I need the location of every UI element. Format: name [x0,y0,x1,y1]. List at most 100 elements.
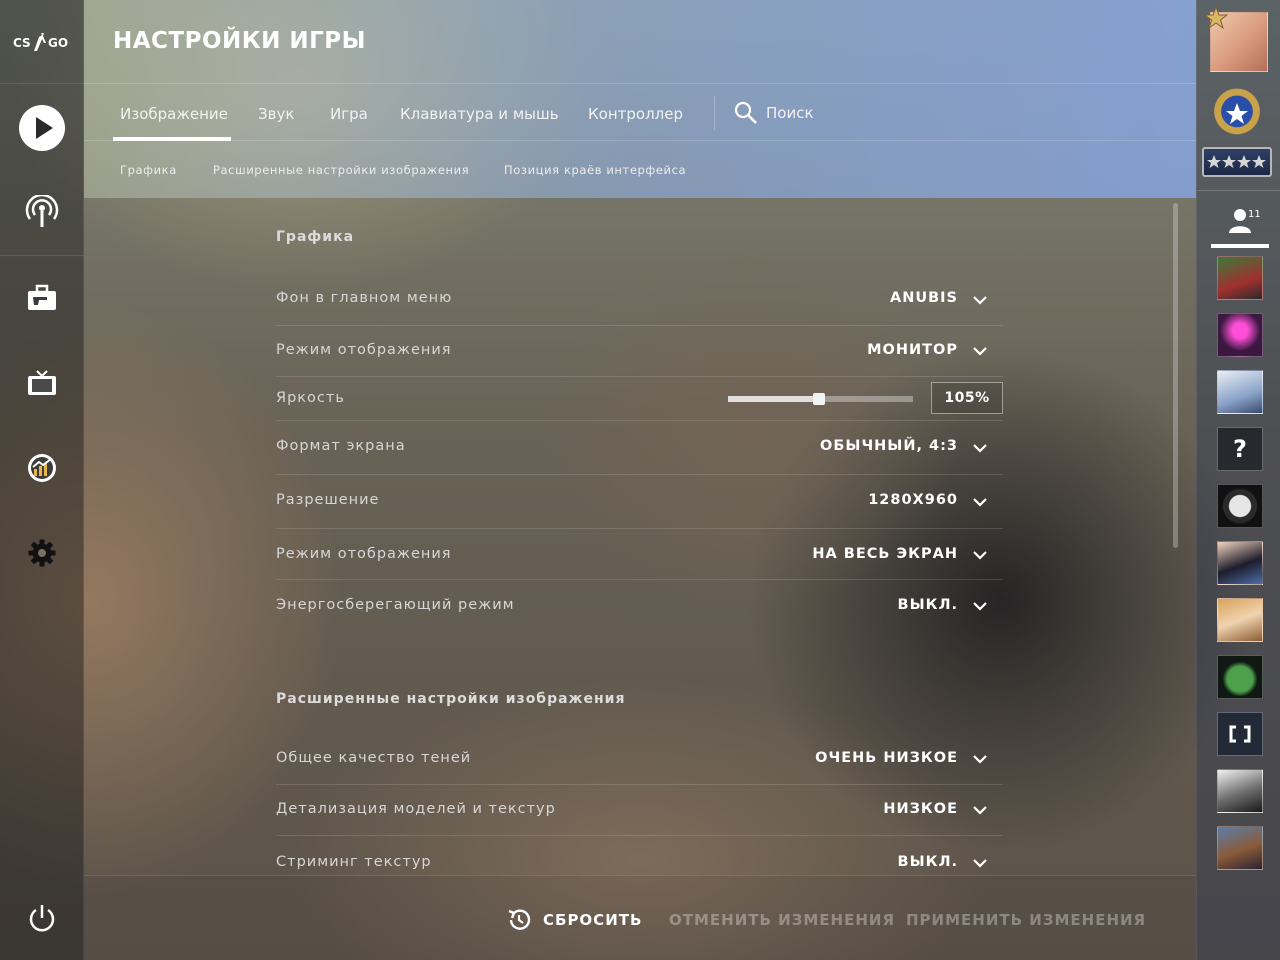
setting-value: ANUBIS [889,290,958,306]
apply-changes-button[interactable]: ПРИМЕНИТЬ ИЗМЕНЕНИЯ [906,876,1146,960]
setting-label: Общее качество теней [276,750,472,766]
friend-avatar[interactable] [1217,541,1263,585]
friends-list-toggle[interactable]: 11 [1211,200,1269,248]
left-sidebar: CS GO [0,0,84,960]
friend-avatar[interactable] [1217,484,1263,528]
setting-label: Яркость [276,390,345,406]
cancel-changes-button[interactable]: ОТМЕНИТЬ ИЗМЕНЕНИЯ [669,876,895,960]
setting-row-power-saving[interactable]: Энергосберегающий режим ВЫКЛ. [276,580,1003,632]
scrollbar[interactable] [1173,203,1178,548]
section-title-advanced: Расширенные настройки изображения [276,691,626,707]
friends-divider [1197,190,1280,191]
friend-avatar[interactable] [1217,712,1263,756]
csgo-logo-icon: CS GO [13,32,68,51]
tab-game[interactable]: Игра [330,85,368,141]
setting-value: НИЗКОЕ [883,801,958,817]
bracket-logo-icon [1229,725,1251,743]
header: НАСТРОЙКИ ИГРЫ [84,0,1196,84]
setting-value: ВЫКЛ. [897,597,958,613]
tab-bar: Изображение Звук Игра Клавиатура и мышь … [84,85,1196,141]
chevron-down-icon [973,755,987,764]
settings-button[interactable] [0,511,84,595]
setting-row-aspect-ratio[interactable]: Формат экрана ОБЫЧНЫЙ, 4:3 [276,421,1003,475]
svg-text:GO: GO [48,36,68,50]
setting-label: Фон в главном меню [276,290,453,306]
rank-star-icon [1226,103,1248,124]
friend-avatar[interactable] [1217,769,1263,813]
watch-button[interactable] [0,341,84,425]
play-button[interactable] [0,86,84,170]
setting-row-brightness: Яркость 105% [276,377,1003,421]
setting-label: Детализация моделей и текстур [276,801,556,817]
search-label: Поиск [766,104,814,122]
subtab-hud-edge-position[interactable]: Позиция краёв интерфейса [504,142,686,198]
setting-value: ОЧЕНЬ НИЗКОЕ [815,750,958,766]
stats-button[interactable] [0,426,84,510]
chevron-down-icon [973,296,987,305]
search-icon [734,101,757,124]
brightness-input[interactable]: 105% [931,382,1003,414]
tab-keyboard-mouse[interactable]: Клавиатура и мышь [400,85,559,141]
search-button[interactable]: Поиск [734,85,814,141]
setting-row-display-mode[interactable]: Режим отображения МОНИТОР [276,326,1003,377]
play-icon [19,105,65,151]
friend-avatar[interactable] [1217,370,1263,414]
setting-row-texture-streaming[interactable]: Стриминг текстур ВЫКЛ. [276,836,1003,875]
setting-row-shadow-quality[interactable]: Общее качество теней ОЧЕНЬ НИЗКОЕ [276,734,1003,785]
setting-value: НА ВЕСЬ ЭКРАН [812,546,958,562]
subtab-graphics[interactable]: Графика [120,142,177,198]
reset-button[interactable]: СБРОСИТЬ [506,876,642,960]
friend-avatar-unknown[interactable]: ? [1217,427,1263,471]
setting-label: Разрешение [276,492,380,508]
friends-sidebar: 11 ? [1196,0,1280,960]
setting-value: МОНИТОР [867,342,958,358]
page-title: НАСТРОЙКИ ИГРЫ [113,28,366,54]
star-medal-icon [1203,5,1229,30]
watch-tv-icon [28,370,56,395]
settings-panel: Графика Фон в главном меню ANUBIS Режим … [84,198,1196,875]
reset-label: СБРОСИТЬ [543,911,643,929]
svg-text:CS: CS [13,36,31,50]
skill-stars-icon [1207,155,1266,168]
tab-divider [714,96,715,130]
setting-label: Формат экрана [276,438,406,454]
skill-group-badge[interactable] [1202,147,1272,177]
chevron-down-icon [973,444,987,453]
chevron-down-icon [973,806,987,815]
power-button[interactable] [0,876,84,960]
subtab-advanced-graphics[interactable]: Расширенные настройки изображения [213,142,469,198]
setting-row-window-mode[interactable]: Режим отображения НА ВЕСЬ ЭКРАН [276,529,1003,580]
tab-controller[interactable]: Контроллер [588,85,683,141]
friend-avatar[interactable] [1217,598,1263,642]
setting-label: Стриминг текстур [276,854,432,870]
setting-row-menu-background[interactable]: Фон в главном меню ANUBIS [276,274,1003,326]
power-icon [29,905,55,932]
friend-avatar[interactable] [1217,256,1263,300]
setting-row-model-texture-detail[interactable]: Детализация моделей и текстур НИЗКОЕ [276,785,1003,836]
subtab-bar: Графика Расширенные настройки изображени… [84,142,1196,198]
reset-history-icon [508,909,531,930]
setting-value: ВЫКЛ. [897,854,958,870]
friend-count: 11 [1248,209,1261,220]
inventory-briefcase-icon [28,284,56,310]
chevron-down-icon [973,347,987,356]
chevron-down-icon [973,602,987,611]
section-title-graphics: Графика [276,229,355,245]
brightness-slider[interactable] [728,393,913,405]
setting-label: Режим отображения [276,546,452,562]
csgo-logo[interactable]: CS GO [0,0,84,84]
stats-icon [28,454,56,482]
inventory-button[interactable] [0,256,84,340]
broadcast-button[interactable] [0,170,84,254]
footer-actions: СБРОСИТЬ ОТМЕНИТЬ ИЗМЕНЕНИЯ ПРИМЕНИТЬ ИЗ… [84,875,1196,960]
setting-row-resolution[interactable]: Разрешение 1280X960 [276,475,1003,529]
friend-avatar[interactable] [1217,313,1263,357]
brightness-slider-thumb[interactable] [812,393,825,405]
setting-value: ОБЫЧНЫЙ, 4:3 [820,438,958,454]
setting-value: 1280X960 [868,492,958,508]
settings-gear-icon [28,539,56,567]
tab-image[interactable]: Изображение [113,85,231,141]
tab-sound[interactable]: Звук [258,85,294,141]
friend-avatar[interactable] [1217,655,1263,699]
friend-avatar[interactable] [1217,826,1263,870]
